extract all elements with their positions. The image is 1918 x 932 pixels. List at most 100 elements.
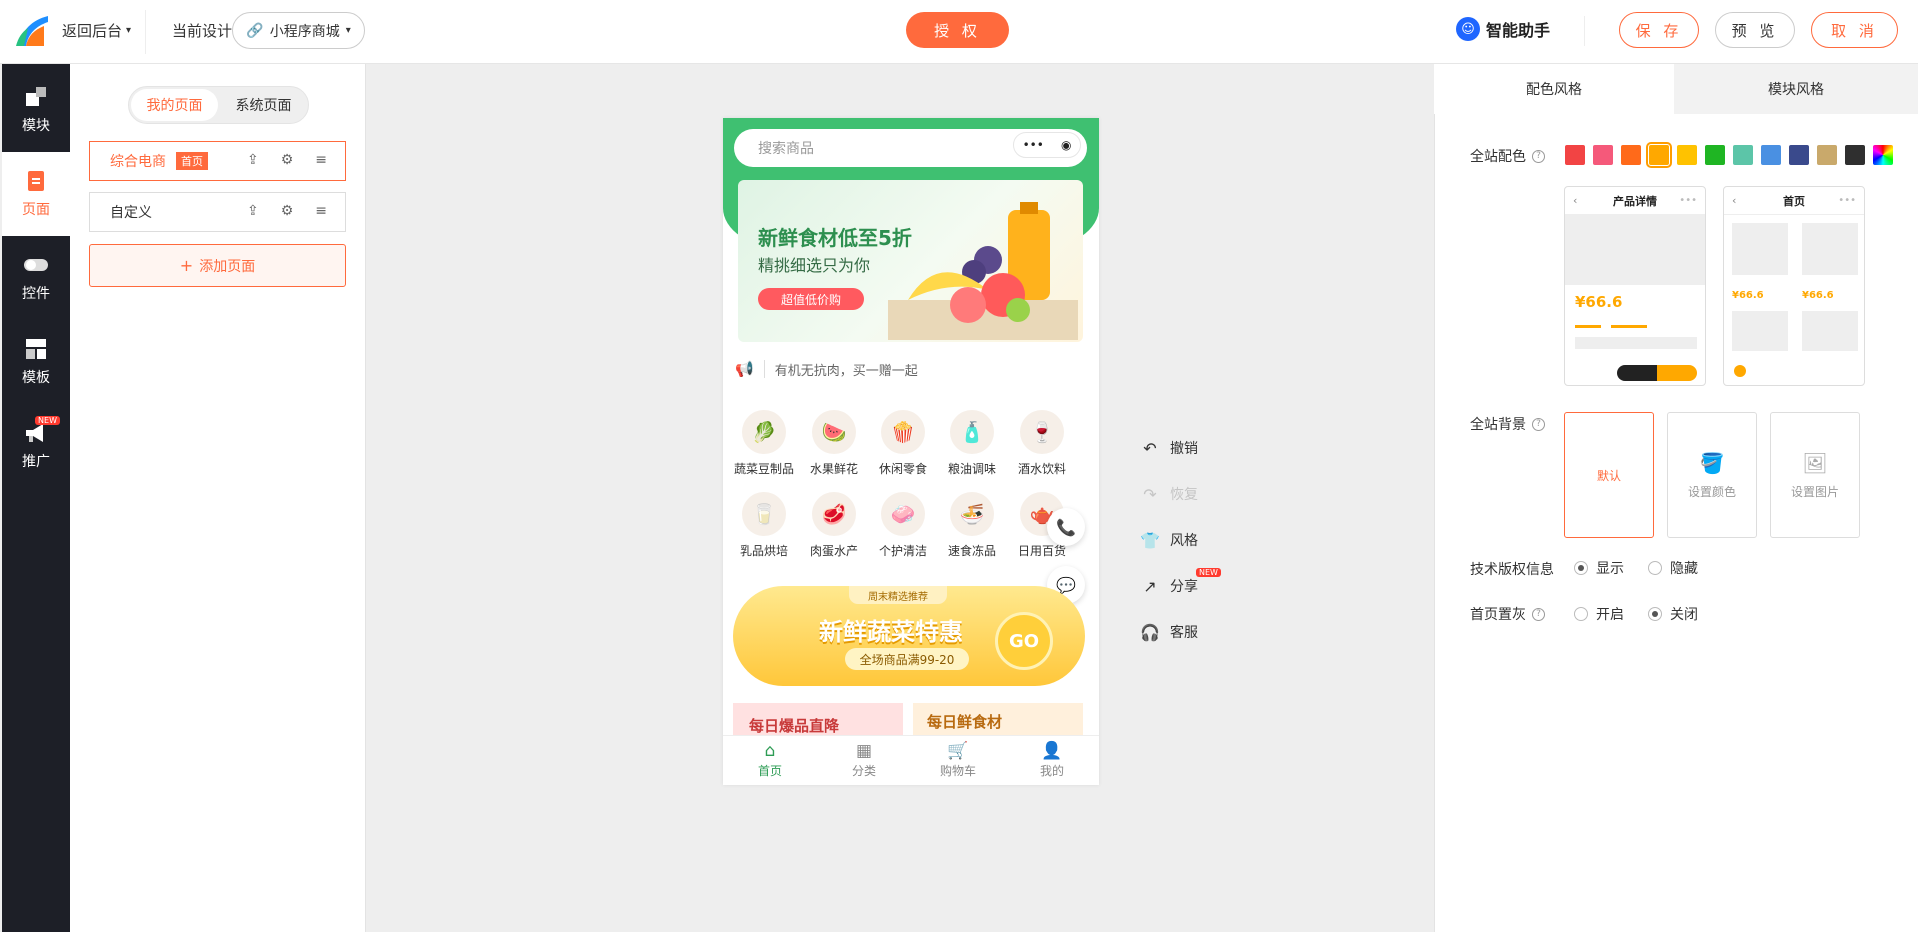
tab-category[interactable]: ▦ 分类: [817, 736, 911, 785]
upload-icon[interactable]: ⇪: [247, 152, 259, 168]
bg-default-option[interactable]: 默认: [1564, 412, 1654, 538]
style-action[interactable]: 👕 风格: [1140, 530, 1198, 550]
color-swatch[interactable]: [1621, 145, 1641, 165]
page-icon: [28, 171, 44, 191]
nav-templates[interactable]: 模板: [2, 320, 70, 404]
color-swatch[interactable]: [1733, 145, 1753, 165]
tab-color-style[interactable]: 配色风格: [1434, 64, 1674, 114]
bg-color-option[interactable]: 🪣 设置颜色: [1667, 412, 1757, 538]
mini-program-capsule[interactable]: ••• ◉: [1013, 132, 1081, 158]
text-placeholder: [1575, 337, 1697, 349]
preview-price: ¥66.6: [1575, 293, 1623, 311]
preview-product-detail: ‹ 产品详情 ••• ¥66.6: [1564, 186, 1706, 386]
notice-bar[interactable]: 📢 有机无抗肉，买一赠一起: [735, 354, 1087, 384]
nav-controls[interactable]: 控件: [2, 236, 70, 320]
nav-blocks[interactable]: 模块: [2, 68, 70, 152]
divider: [1584, 16, 1585, 46]
category-item[interactable]: 🥬 蔬菜豆制品: [731, 410, 797, 477]
vegetable-icon: 🥬: [742, 410, 786, 454]
category-item[interactable]: 🧼 个护清洁: [870, 492, 936, 559]
category-label: 个护清洁: [878, 544, 927, 558]
copyright-hide-radio[interactable]: 隐藏: [1648, 558, 1698, 578]
tab-home[interactable]: ⌂ 首页: [723, 736, 817, 785]
color-swatch[interactable]: [1817, 145, 1837, 165]
nav-pages[interactable]: 页面: [2, 152, 70, 236]
category-item[interactable]: 🥩 肉蛋水产: [801, 492, 867, 559]
smart-assistant[interactable]: ☺ 智能助手: [1456, 17, 1550, 41]
app-select[interactable]: 🔗 小程序商城 ▾: [232, 12, 365, 49]
save-button[interactable]: 保 存: [1619, 12, 1699, 48]
page-item-custom[interactable]: 自定义 ⇪ ⚙ ≡: [89, 192, 346, 232]
tab-system-pages[interactable]: 系统页面: [220, 89, 307, 121]
settings-icon[interactable]: ⚙: [281, 203, 294, 219]
service-action[interactable]: 🎧 客服: [1140, 622, 1198, 642]
new-badge: NEW: [1196, 568, 1221, 577]
color-swatch[interactable]: [1677, 145, 1697, 165]
authorize-button[interactable]: 授 权: [906, 12, 1009, 48]
help-icon[interactable]: ?: [1532, 607, 1545, 621]
more-icon: •••: [1838, 195, 1856, 206]
category-item[interactable]: 🥛 乳品烘培: [731, 492, 797, 559]
headset-icon: 🎧: [1140, 622, 1160, 642]
settings-icon[interactable]: ⚙: [281, 152, 294, 168]
action-label: 风格: [1170, 533, 1198, 549]
promo-go-button[interactable]: GO: [995, 612, 1053, 670]
tab-label: 我的: [1039, 764, 1064, 778]
phone-call-icon[interactable]: 📞: [1047, 508, 1085, 546]
tab-profile[interactable]: 👤 我的: [1005, 736, 1099, 785]
cancel-button[interactable]: 取 消: [1811, 12, 1898, 48]
label-text: 首页置灰: [1470, 607, 1526, 623]
tab-cart[interactable]: 🛒 购物车: [911, 736, 1005, 785]
preview-button[interactable]: 预 览: [1715, 12, 1795, 48]
add-page-button[interactable]: + 添加页面: [89, 244, 346, 287]
menu-icon[interactable]: ≡: [315, 203, 327, 219]
back-to-admin[interactable]: 返回后台 ▾: [62, 20, 131, 41]
color-swatch[interactable]: [1565, 145, 1585, 165]
category-item[interactable]: 🧴 粮油调味: [939, 410, 1005, 477]
upload-icon[interactable]: ⇪: [247, 203, 259, 219]
help-icon[interactable]: ?: [1532, 149, 1545, 163]
noodle-icon: 🍜: [950, 492, 994, 536]
color-swatch[interactable]: [1845, 145, 1865, 165]
banner-subtitle: 精挑细选只为你: [758, 256, 871, 275]
image-placeholder: [1732, 223, 1788, 275]
nav-promote[interactable]: NEW 推广: [2, 404, 70, 488]
category-item[interactable]: 🍷 酒水饮料: [1009, 410, 1075, 477]
bg-image-option[interactable]: 🖼 设置图片: [1770, 412, 1860, 538]
menu-icon[interactable]: ≡: [315, 152, 327, 168]
banner-button[interactable]: 超值低价购: [758, 288, 864, 310]
help-icon[interactable]: ?: [1532, 417, 1545, 431]
redo-action[interactable]: ↷ 恢复: [1140, 484, 1198, 504]
watermelon-icon: 🍉: [812, 410, 856, 454]
image-placeholder: [1802, 311, 1858, 351]
label-text: 全站配色: [1470, 149, 1526, 165]
color-swatch-selected[interactable]: [1646, 142, 1672, 168]
tab-module-style[interactable]: 模块风格: [1674, 64, 1918, 114]
hero-banner[interactable]: 新鲜食材低至5折 精挑细选只为你 超值低价购: [738, 180, 1083, 342]
action-label: 撤销: [1170, 441, 1198, 457]
gray-off-radio[interactable]: 关闭: [1648, 604, 1698, 624]
radio-label: 关闭: [1670, 607, 1698, 623]
buy-button-preview: [1657, 365, 1697, 381]
preview-price: ¥66.6: [1802, 290, 1834, 301]
tab-my-pages[interactable]: 我的页面: [131, 89, 218, 121]
share-action[interactable]: ↗ 分享 NEW: [1140, 568, 1221, 596]
category-item[interactable]: 🍉 水果鲜花: [801, 410, 867, 477]
preview-title: 首页: [1783, 194, 1805, 208]
custom-color-picker[interactable]: [1873, 145, 1893, 165]
new-badge: NEW: [35, 416, 60, 425]
category-label: 粮油调味: [947, 462, 996, 476]
gray-on-radio[interactable]: 开启: [1574, 604, 1624, 624]
category-item[interactable]: 🍿 休闲零食: [870, 410, 936, 477]
color-swatch[interactable]: [1761, 145, 1781, 165]
color-swatch[interactable]: [1705, 145, 1725, 165]
undo-action[interactable]: ↶ 撤销: [1140, 438, 1198, 458]
color-swatch[interactable]: [1593, 145, 1613, 165]
copyright-show-radio[interactable]: 显示: [1574, 558, 1624, 578]
page-item-home[interactable]: 综合电商 首页 ⇪ ⚙ ≡: [89, 141, 346, 181]
category-label: 肉蛋水产: [809, 544, 858, 558]
close-target-icon: ◉: [1060, 138, 1072, 152]
app-logo: [16, 16, 48, 46]
category-item[interactable]: 🍜 速食冻品: [939, 492, 1005, 559]
color-swatch[interactable]: [1789, 145, 1809, 165]
